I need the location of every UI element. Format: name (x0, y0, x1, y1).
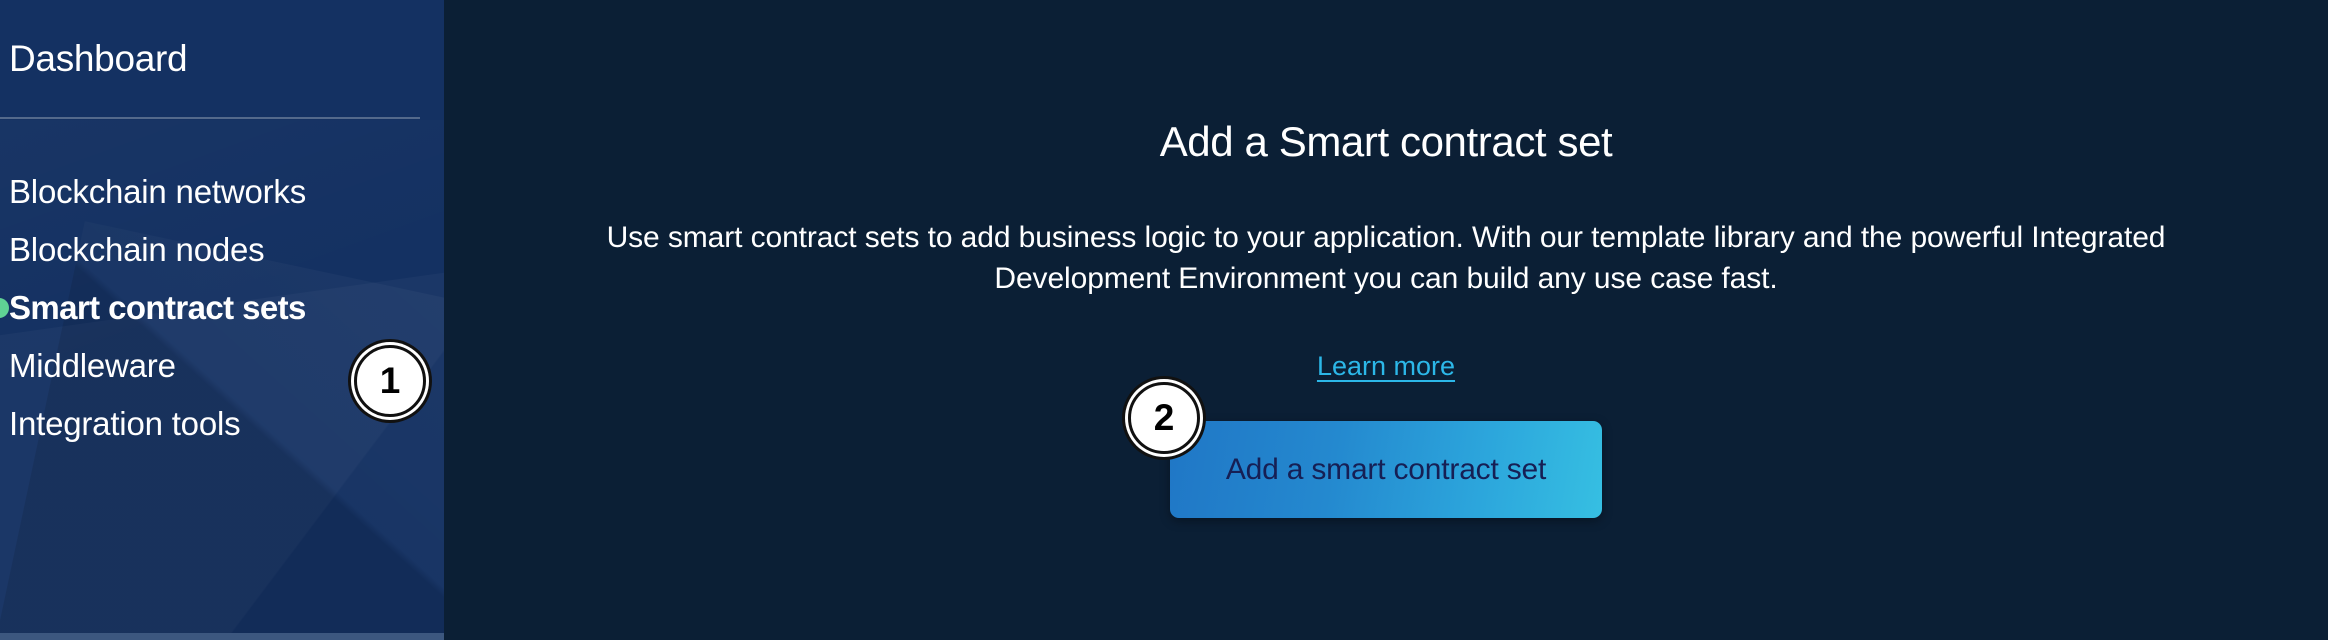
sidebar-item-label: Blockchain nodes (9, 231, 265, 268)
callout-badge-2: 2 (1128, 382, 1200, 454)
sidebar-item-blockchain-networks[interactable]: Blockchain networks (0, 163, 444, 221)
cta-container: Add a smart contract set 2 (1128, 382, 1602, 518)
sidebar-item-label: Middleware (9, 347, 176, 384)
callout-badge-1: 1 (354, 345, 426, 417)
sidebar-item-label: Integration tools (9, 405, 241, 442)
app-screen: Dashboard Blockchain networks Blockchain… (0, 0, 2328, 640)
main-content: Add a Smart contract set Use smart contr… (444, 0, 2328, 640)
page-description: Use smart contract sets to add business … (606, 221, 2166, 295)
page-title: Add a Smart contract set (1159, 118, 1613, 165)
sidebar: Dashboard Blockchain networks Blockchain… (0, 0, 444, 640)
sidebar-item-label: Smart contract sets (9, 289, 306, 326)
sidebar-bottom-bar (0, 633, 444, 640)
sidebar-brand-label: Dashboard (9, 37, 188, 79)
learn-more-link[interactable]: Learn more (1317, 351, 1455, 381)
sidebar-brand[interactable]: Dashboard (0, 0, 444, 117)
learn-more-row: Learn more (1317, 351, 1455, 382)
sidebar-item-blockchain-nodes[interactable]: Blockchain nodes (0, 221, 444, 279)
sidebar-item-label: Blockchain networks (9, 173, 307, 210)
sidebar-item-smart-contract-sets[interactable]: Smart contract sets (0, 279, 444, 337)
add-smart-contract-set-button[interactable]: Add a smart contract set (1170, 421, 1602, 518)
active-indicator-dot-icon (0, 298, 9, 318)
